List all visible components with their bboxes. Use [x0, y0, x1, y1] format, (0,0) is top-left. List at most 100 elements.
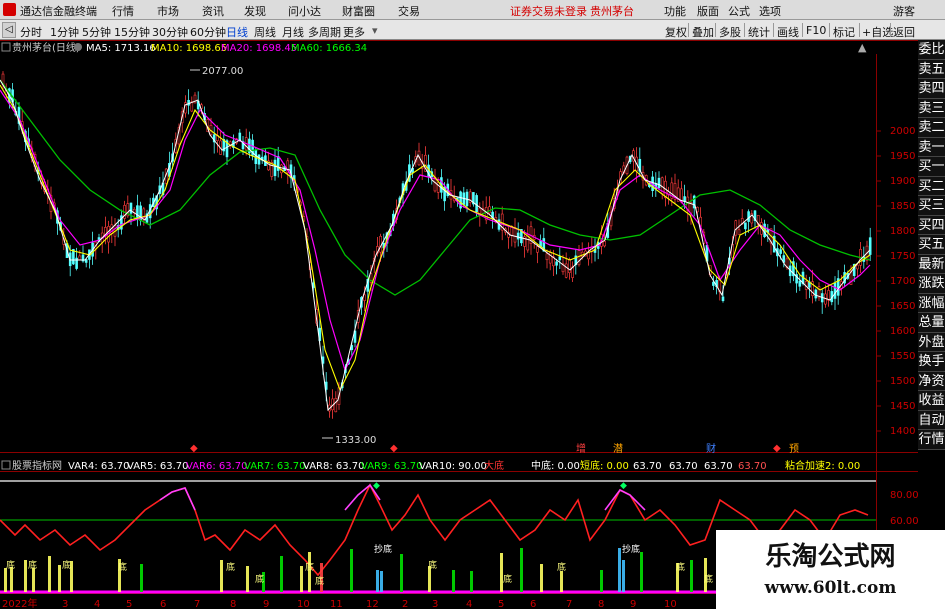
- indicator-var9: VAR9: 63.70: [361, 461, 423, 472]
- candle-body: [721, 296, 725, 302]
- period-tab-weekly[interactable]: 周线: [254, 24, 276, 40]
- menu-function[interactable]: 功能: [664, 3, 686, 19]
- menu-item-ask[interactable]: 问小达: [288, 3, 321, 19]
- app-logo-icon: [3, 3, 16, 16]
- candle-body: [516, 232, 520, 240]
- chart-settings-icon[interactable]: [74, 43, 82, 51]
- login-status[interactable]: 证券交易未登录: [510, 3, 587, 19]
- indicator-bar: [4, 568, 7, 592]
- toolbar-divider: [715, 23, 716, 37]
- candle-body: [273, 159, 277, 177]
- candle-body: [558, 256, 562, 261]
- side-tab-change[interactable]: 涨跌: [918, 274, 945, 294]
- period-tab-multi[interactable]: 多周期: [308, 24, 341, 40]
- side-tab-ask4[interactable]: 卖四: [918, 79, 945, 99]
- tool-add-watchlist[interactable]: +自选: [862, 24, 893, 40]
- tool-return[interactable]: 返回: [893, 24, 915, 40]
- side-tab-latest[interactable]: 最新: [918, 254, 945, 274]
- side-tab-net-assets[interactable]: 净资: [918, 371, 945, 391]
- date-tick: 2022年: [2, 597, 37, 609]
- candle-body: [856, 264, 859, 270]
- side-tab-bid4[interactable]: 买四: [918, 215, 945, 235]
- toolbar-divider: [688, 23, 689, 37]
- menu-layout[interactable]: 版面: [697, 3, 719, 19]
- period-tab-60min[interactable]: 60分钟: [190, 24, 226, 40]
- event-mark[interactable]: ◆: [773, 443, 781, 454]
- side-tab-change-pct[interactable]: 涨幅: [918, 293, 945, 313]
- menu-options[interactable]: 选项: [759, 3, 781, 19]
- chart-nav-up-icon[interactable]: ▲: [858, 41, 867, 54]
- side-tab-volume[interactable]: 总量: [918, 313, 945, 333]
- event-mark-zeng[interactable]: 增: [576, 442, 586, 455]
- chart-background: [0, 40, 918, 609]
- period-tab-monthly[interactable]: 月线: [282, 24, 304, 40]
- signal-word: 底: [28, 559, 37, 571]
- side-tab-bid5[interactable]: 买五: [918, 235, 945, 255]
- event-mark-cai[interactable]: 财: [706, 442, 716, 455]
- event-mark-qian[interactable]: 潜: [613, 442, 623, 455]
- candle-body: [798, 280, 802, 287]
- menu-item-news[interactable]: 资讯: [202, 3, 224, 19]
- side-tab-quotes[interactable]: 行情: [918, 430, 945, 450]
- indicator-bar: [58, 565, 61, 592]
- tool-multi-stock[interactable]: 多股: [719, 24, 741, 40]
- side-tab-ask2[interactable]: 卖二: [918, 118, 945, 138]
- side-tab-bid3[interactable]: 买三: [918, 196, 945, 216]
- signal-word: 底: [503, 573, 512, 585]
- side-tab-ask5[interactable]: 卖五: [918, 59, 945, 79]
- side-tab-outer-volume[interactable]: 外盘: [918, 332, 945, 352]
- tool-draw-line[interactable]: 画线: [777, 24, 799, 40]
- indicator-var7: VAR7: 63.70: [244, 461, 306, 472]
- side-tab-ask3[interactable]: 卖三: [918, 98, 945, 118]
- candle-body: [747, 211, 750, 222]
- back-arrow-icon[interactable]: ◁: [2, 22, 16, 38]
- candle-body: [334, 398, 338, 413]
- date-tick: 9: [263, 599, 269, 609]
- indicator-bar: [640, 552, 643, 592]
- period-tab-more[interactable]: 更多: [343, 24, 365, 40]
- period-tab-30min[interactable]: 30分钟: [152, 24, 188, 40]
- candle-body: [555, 261, 558, 266]
- side-tab-bid1[interactable]: 买一: [918, 157, 945, 177]
- side-tab-auto[interactable]: 自动: [918, 410, 945, 430]
- tool-statistics[interactable]: 统计: [748, 24, 770, 40]
- period-tab-5min[interactable]: 5分钟: [82, 24, 111, 40]
- indicator-tick-60: 60.00: [890, 516, 918, 527]
- menu-item-market[interactable]: 市场: [157, 3, 179, 19]
- tool-mark[interactable]: 标记: [833, 24, 855, 40]
- kline-chart-area[interactable]: 贵州茅台(日线) MA5: 1713.16 MA10: 1698.65 MA20…: [0, 40, 918, 609]
- ma10-label: MA10: 1698.65: [151, 43, 227, 54]
- side-tab-turnover[interactable]: 换手: [918, 352, 945, 372]
- period-tab-1min[interactable]: 1分钟: [50, 24, 79, 40]
- menu-formula[interactable]: 公式: [728, 3, 750, 19]
- menu-item-discover[interactable]: 发现: [244, 3, 266, 19]
- period-tab-daily[interactable]: 日线: [226, 24, 248, 40]
- side-tab-ask1[interactable]: 卖一: [918, 137, 945, 157]
- indicator-name[interactable]: 股票指标网: [12, 459, 62, 472]
- event-mark[interactable]: ◆: [190, 443, 198, 454]
- event-mark-yu[interactable]: 预: [789, 443, 799, 455]
- date-tick: 2: [402, 599, 408, 609]
- menu-item-wealth-circle[interactable]: 财富圈: [342, 3, 375, 19]
- menu-item-market-quotes[interactable]: 行情: [112, 3, 134, 19]
- price-tick: 1600: [890, 326, 915, 337]
- side-tab-earnings[interactable]: 收益: [918, 391, 945, 411]
- user-guest[interactable]: 游客: [893, 3, 915, 19]
- signal-word: 底: [6, 559, 15, 571]
- side-tab-bid2[interactable]: 买二: [918, 176, 945, 196]
- event-mark[interactable]: ◆: [390, 443, 398, 454]
- tool-f10[interactable]: F10: [806, 24, 826, 37]
- more-chevron-icon[interactable]: ▾: [372, 24, 378, 37]
- tool-adjust[interactable]: 复权: [665, 24, 687, 40]
- period-tab-timeshare[interactable]: 分时: [20, 24, 42, 40]
- period-tab-15min[interactable]: 15分钟: [114, 24, 150, 40]
- price-tick: 1500: [890, 376, 915, 387]
- candle-body: [545, 253, 549, 261]
- low-price-label: 1333.00: [335, 435, 376, 446]
- signal-word: 底: [226, 561, 235, 573]
- side-tab-bid-ratio[interactable]: 委比: [918, 40, 945, 60]
- tool-overlay[interactable]: 叠加: [692, 24, 714, 40]
- candle-body: [603, 241, 606, 247]
- quote-side-panel: 委比 卖五 卖四 卖三 卖二 卖一 买一 买二 买三 买四 买五 最新 涨跌 涨…: [918, 40, 945, 450]
- menu-item-trade[interactable]: 交易: [398, 3, 420, 19]
